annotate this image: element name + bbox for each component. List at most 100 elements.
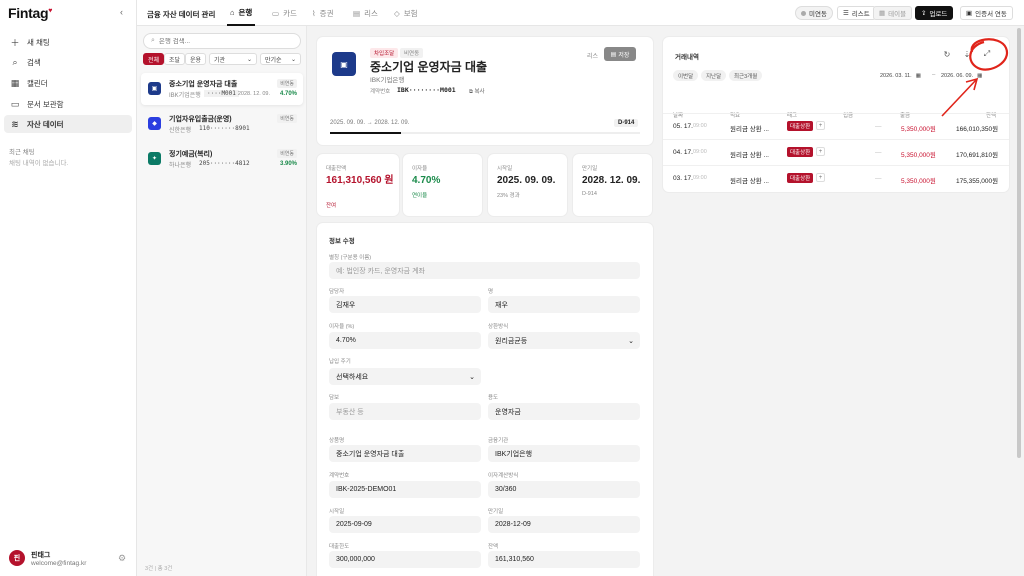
cycle-label: 납입 주기: [329, 359, 351, 365]
list-item[interactable]: ◆ 기업자유입출금(운영) 신한은행 110·······8901 비연동: [141, 108, 303, 140]
rate-input[interactable]: 4.70%: [329, 332, 481, 349]
tab-insurance[interactable]: ◇ 보험: [391, 0, 421, 26]
tab-bank[interactable]: ⌂ 은행: [227, 0, 256, 26]
tab-lease[interactable]: ▤ 리스: [350, 0, 381, 26]
transactions-card: 거래내역 ↻ ⇣ ⤢ 이번달 지난달 최근3개월 2026. 03. 11. ▦ …: [663, 37, 1009, 192]
tab-securities[interactable]: ⌇ 증권: [309, 0, 336, 26]
limit-label: 대출한도: [329, 544, 350, 550]
user-name: 핀태그: [31, 552, 51, 559]
copy-button[interactable]: ⧉ 복사: [469, 87, 485, 96]
manager-input[interactable]: 김재우: [329, 296, 481, 313]
add-tag-icon[interactable]: +: [816, 121, 825, 130]
tx-out: 5,350,000원: [901, 152, 936, 159]
period-3-months[interactable]: 최근3개월: [729, 70, 763, 81]
tx-desc: 원리금 상환 ...: [730, 126, 769, 133]
table-row[interactable]: 05. 17. 09:00 원리금 상환 ... 대출상환 + — 5,350,…: [663, 113, 1009, 139]
tx-desc: 원리금 상환 ...: [730, 178, 769, 185]
search-box[interactable]: ⌕: [143, 33, 301, 49]
stat-balance: 대출잔액 161,310,560 원 잔여: [317, 154, 399, 216]
contract-no-input[interactable]: IBK-2025-DEMO01: [329, 481, 481, 498]
calendar-icon: ▦: [10, 77, 20, 88]
balance-input[interactable]: 161,310,560: [488, 551, 640, 568]
status-badge: 비연동: [277, 79, 297, 88]
refresh-icon[interactable]: ↻: [939, 46, 955, 62]
repay-select[interactable]: 원리금균등 ⌄: [488, 332, 640, 349]
tx-tag[interactable]: 대출상환: [787, 173, 814, 183]
sidebar-item-search[interactable]: ⌕ 검색: [4, 53, 132, 71]
stat-sub: D-914: [582, 191, 597, 197]
limit-input[interactable]: 300,000,000: [329, 551, 481, 568]
list-item[interactable]: ✦ 정기예금(복리) 하나은행 205·······4812 비연동 3.90%: [141, 143, 303, 175]
expand-icon[interactable]: ⤢: [979, 46, 995, 62]
stat-sub: 23% 경과: [497, 193, 520, 199]
owner-input[interactable]: 재우: [488, 296, 640, 313]
institution-input[interactable]: IBK기업은행: [488, 445, 640, 462]
tx-in: —: [875, 123, 882, 130]
table-row[interactable]: 03. 17. 09:00 원리금 상환 ... 대출상환 + — 5,350,…: [663, 165, 1009, 191]
save-button[interactable]: ▤ 저장: [604, 47, 636, 61]
memo-label[interactable]: 리스: [587, 51, 598, 60]
product-input[interactable]: 중소기업 운영자금 대출: [329, 445, 481, 462]
filter-all[interactable]: 전체: [143, 53, 165, 65]
sidebar-item-new-chat[interactable]: ＋ 새 채팅: [4, 33, 132, 51]
app-logo[interactable]: Fintag♥: [8, 5, 52, 21]
tx-tag[interactable]: 대출상환: [787, 147, 814, 157]
tx-desc: 원리금 상환 ...: [730, 152, 769, 159]
download-icon[interactable]: ⇣: [959, 46, 975, 62]
card-icon: ▭: [272, 8, 280, 18]
upload-button[interactable]: ⇪ 업로드: [915, 6, 954, 20]
stat-value: 2025. 09. 09.: [497, 175, 556, 186]
section-title: 정보 수정: [329, 238, 355, 245]
user-email: welcome@fintag.kr: [31, 560, 87, 567]
tx-out: 5,350,000원: [901, 126, 936, 133]
cycle-select[interactable]: 선택하세요 ⌄: [329, 368, 481, 385]
add-tag-icon[interactable]: +: [816, 173, 825, 182]
date-to-input[interactable]: 2026. 06. 09. ▦: [937, 70, 986, 81]
avatar[interactable]: 핀: [9, 550, 25, 566]
list-item[interactable]: ▣ 중소기업 운영자금 대출 IBK기업은행 ····M001 비연동 2028…: [141, 73, 303, 105]
filter-operate[interactable]: 운용: [185, 53, 207, 65]
end-date-label: 만기일: [488, 509, 504, 515]
start-date-input[interactable]: 2025-09-09: [329, 516, 481, 533]
scrollbar[interactable]: [1017, 28, 1021, 458]
collateral-input[interactable]: 부동산 등: [329, 403, 481, 420]
search-input[interactable]: [158, 37, 289, 45]
loan-title: 중소기업 운영자금 대출: [370, 60, 488, 74]
table-row[interactable]: 04. 17. 09:00 원리금 상환 ... 대출상환 + — 5,350,…: [663, 139, 1009, 165]
stat-sub: 연이율: [412, 193, 428, 199]
period-last-month[interactable]: 지난달: [701, 70, 727, 81]
date-from-input[interactable]: 2026. 03. 11. ▦: [876, 70, 925, 81]
tx-date: 03. 17.: [673, 175, 693, 182]
status-badge: 비연동: [277, 114, 297, 123]
view-list-button[interactable]: ☰ 리스트: [837, 6, 876, 20]
filter-procure[interactable]: 조달: [164, 53, 186, 65]
account-list-panel: ⌕ 전체 조달 운용 기관⌄ 만기순⌄ ▣ 중소기업 운영자금 대출 IBK기업…: [137, 26, 307, 576]
tx-time: 09:00: [693, 123, 707, 129]
tx-tag[interactable]: 대출상환: [787, 121, 814, 131]
account-maturity: 2028. 12. 09.: [237, 91, 270, 97]
end-date-input[interactable]: 2028-12-09: [488, 516, 640, 533]
collapse-sidebar-icon[interactable]: ‹: [120, 7, 123, 17]
daycount-input[interactable]: 30/360: [488, 481, 640, 498]
loan-period: 2025. 09. 09. → 2028. 12. 09.: [330, 120, 410, 126]
sidebar-item-documents[interactable]: ▭ 문서 보관함: [4, 95, 132, 113]
period-this-month[interactable]: 이번달: [673, 70, 699, 81]
add-tag-icon[interactable]: +: [816, 147, 825, 156]
stat-label: 이자율: [412, 166, 428, 172]
gear-icon[interactable]: ⚙: [118, 553, 126, 564]
repay-label: 상환방식: [488, 324, 509, 330]
institution-select[interactable]: 기관 ⌄: [209, 53, 257, 65]
tab-card[interactable]: ▭ 카드: [269, 0, 300, 26]
sort-select[interactable]: 만기순 ⌄: [260, 53, 301, 65]
sidebar-item-calendar[interactable]: ▦ 캘린더: [4, 74, 132, 92]
stat-value: 2028. 12. 09.: [582, 175, 641, 186]
purpose-input[interactable]: 운영자금: [488, 403, 640, 420]
cert-link-button[interactable]: ▣ 인증서 연동: [960, 6, 1013, 20]
alias-input[interactable]: 예: 법인장 카드, 운영자금 계좌: [329, 262, 640, 279]
view-table-button[interactable]: ▦ 테이블: [873, 6, 913, 20]
sidebar-item-asset-data[interactable]: ≋ 자산 데이터: [4, 115, 132, 133]
certificate-icon: ▣: [966, 10, 973, 17]
contract-number: IBK········M001: [397, 86, 456, 94]
collateral-label: 담보: [329, 395, 340, 401]
lease-icon: ▤: [353, 8, 361, 18]
